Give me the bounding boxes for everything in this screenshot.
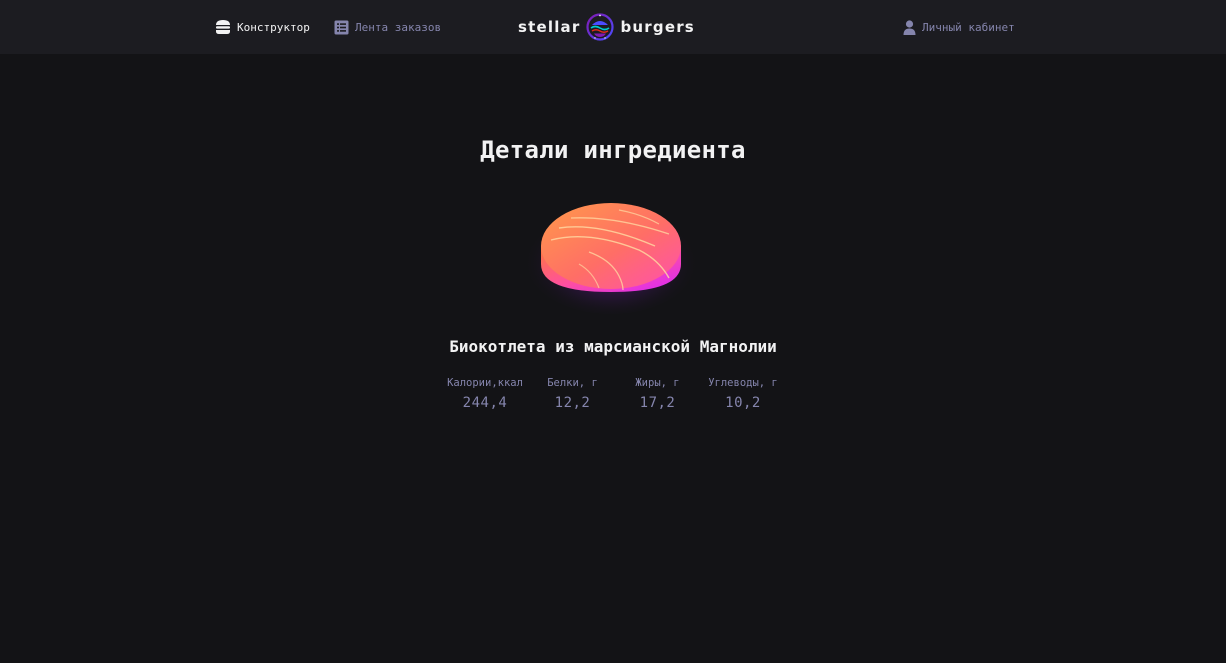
logo-word-stellar: stellar: [518, 18, 581, 36]
nutrient-calories: Калории,ккал 244,4: [440, 377, 530, 411]
planet-logo-icon: [586, 13, 615, 41]
ingredient-image: [523, 202, 699, 314]
nav-order-feed-label: Лента заказов: [355, 20, 442, 34]
nav-order-feed[interactable]: Лента заказов: [334, 0, 441, 54]
nav-personal-account[interactable]: Личный кабинет: [903, 0, 1015, 54]
burger-icon: [216, 20, 230, 34]
profile-icon: [903, 19, 916, 35]
ingredient-name: Биокотлета из марсианской Магнолии: [449, 337, 777, 356]
nutrient-label: Белки, г: [547, 377, 598, 389]
nav-personal-account-label: Личный кабинет: [922, 20, 1015, 34]
nutrient-fats: Жиры, г 17,2: [615, 377, 700, 411]
nutrient-label: Калории,ккал: [447, 377, 523, 389]
nutrient-label: Углеводы, г: [708, 377, 778, 389]
nav-constructor-label: Конструктор: [237, 20, 310, 34]
logo-word-burgers: burgers: [620, 18, 695, 36]
nutrient-carbohydrates: Углеводы, г 10,2: [700, 377, 786, 411]
nav-constructor[interactable]: Конструктор: [215, 0, 310, 54]
nutrient-value: 12,2: [554, 395, 591, 411]
nutrient-proteins: Белки, г 12,2: [530, 377, 615, 411]
page-title: Детали ингредиента: [480, 136, 746, 164]
nutrient-label: Жиры, г: [635, 377, 680, 389]
nutrition-facts: Калории,ккал 244,4 Белки, г 12,2 Жиры, г…: [440, 377, 786, 411]
stellar-burgers-logo[interactable]: stellar burgers: [518, 10, 695, 44]
nutrient-value: 17,2: [639, 395, 676, 411]
nutrient-value: 10,2: [725, 395, 761, 411]
nutrient-value: 244,4: [462, 395, 508, 411]
list-icon: [334, 20, 349, 34]
app-header: Конструктор Лента заказов stellar burger…: [0, 0, 1226, 54]
